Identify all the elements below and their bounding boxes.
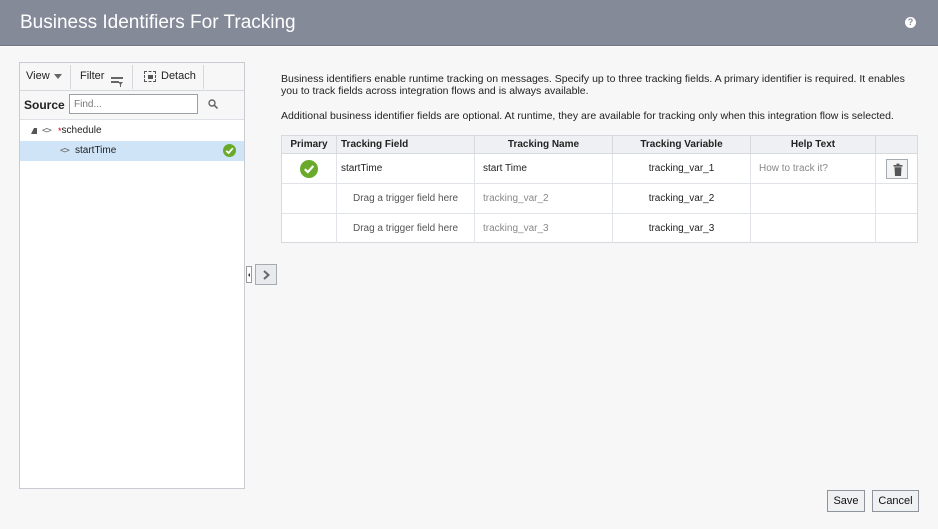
view-menu-button[interactable]: View bbox=[26, 63, 62, 90]
table-row: startTime start Time tracking_var_1 How … bbox=[282, 154, 917, 184]
help-text-cell[interactable] bbox=[751, 184, 876, 213]
toolbar-divider bbox=[203, 65, 204, 89]
table-header: Primary Tracking Field Tracking Name Tra… bbox=[282, 136, 917, 154]
source-toolbar: View Filter Detach bbox=[20, 63, 244, 91]
cancel-button[interactable]: Cancel bbox=[872, 490, 919, 512]
source-tree: <> *schedule <> startTime bbox=[20, 119, 244, 488]
filter-button[interactable]: Filter bbox=[80, 63, 123, 90]
collapse-panel-handle[interactable] bbox=[246, 266, 252, 283]
delete-button[interactable] bbox=[885, 158, 908, 179]
primary-cell[interactable] bbox=[282, 154, 337, 183]
toolbar-divider bbox=[132, 65, 133, 89]
check-circle-icon bbox=[300, 159, 318, 178]
column-header-primary: Primary bbox=[282, 136, 337, 153]
tracking-variable-cell: tracking_var_1 bbox=[613, 154, 751, 183]
tree-node-starttime[interactable]: <> startTime bbox=[20, 141, 244, 161]
check-circle-icon bbox=[223, 144, 236, 157]
detach-button[interactable]: Detach bbox=[144, 63, 196, 90]
tracking-variable-cell: tracking_var_3 bbox=[613, 214, 751, 243]
view-label: View bbox=[26, 70, 50, 82]
tree-node-label: startTime bbox=[75, 145, 117, 156]
tracking-name-cell[interactable]: tracking_var_3 bbox=[475, 214, 613, 243]
source-panel: View Filter Detach Source <> bbox=[19, 62, 245, 489]
description-optional: Additional business identifier fields ar… bbox=[281, 110, 894, 122]
column-header-actions bbox=[876, 136, 917, 153]
table-row: Drag a trigger field here tracking_var_2… bbox=[282, 184, 917, 214]
primary-cell[interactable] bbox=[282, 214, 337, 243]
chevron-right-icon bbox=[263, 270, 271, 280]
description-primary: Business identifiers enable runtime trac… bbox=[281, 73, 905, 97]
column-header-help-text: Help Text bbox=[751, 136, 876, 153]
tracking-field-drop-target[interactable]: Drag a trigger field here bbox=[337, 214, 475, 243]
help-text-cell[interactable]: How to track it? bbox=[751, 154, 876, 183]
detach-label: Detach bbox=[161, 70, 196, 82]
dialog-body: View Filter Detach Source <> bbox=[0, 47, 938, 529]
actions-cell bbox=[876, 154, 917, 183]
column-header-tracking-name: Tracking Name bbox=[475, 136, 613, 153]
source-search-row: Source bbox=[20, 92, 244, 118]
tracking-field-cell[interactable]: startTime bbox=[337, 154, 475, 183]
search-icon[interactable] bbox=[208, 99, 218, 109]
tree-node-label: schedule bbox=[61, 125, 102, 136]
trash-icon bbox=[893, 163, 902, 176]
source-label: Source bbox=[24, 98, 65, 112]
filter-icon bbox=[110, 71, 123, 88]
tree-expand-icon[interactable] bbox=[31, 128, 37, 134]
save-button[interactable]: Save bbox=[827, 490, 865, 512]
tracking-variable-cell: tracking_var_2 bbox=[613, 184, 751, 213]
element-icon: <> bbox=[60, 146, 70, 156]
question-circle-icon[interactable]: ? bbox=[905, 17, 916, 28]
chevron-down-icon bbox=[53, 73, 62, 79]
element-icon: <> bbox=[42, 126, 52, 136]
toolbar-divider bbox=[70, 65, 71, 89]
table-row: Drag a trigger field here tracking_var_3… bbox=[282, 214, 917, 243]
actions-cell bbox=[876, 184, 917, 213]
actions-cell bbox=[876, 214, 917, 243]
detach-icon bbox=[144, 70, 156, 82]
help-text-cell[interactable] bbox=[751, 214, 876, 243]
column-header-tracking-field: Tracking Field bbox=[337, 136, 475, 153]
tracking-fields-table: Primary Tracking Field Tracking Name Tra… bbox=[281, 135, 918, 243]
search-input[interactable] bbox=[69, 94, 198, 114]
dialog-titlebar: Business Identifiers For Tracking ? bbox=[0, 0, 938, 46]
tracking-name-cell[interactable]: tracking_var_2 bbox=[475, 184, 613, 213]
filter-label: Filter bbox=[80, 70, 105, 82]
tracking-name-cell[interactable]: start Time bbox=[475, 154, 613, 183]
dialog-title: Business Identifiers For Tracking bbox=[20, 12, 296, 33]
move-right-button[interactable] bbox=[255, 264, 277, 285]
column-header-tracking-variable: Tracking Variable bbox=[613, 136, 751, 153]
tree-node-schedule[interactable]: <> *schedule bbox=[20, 121, 244, 141]
primary-cell[interactable] bbox=[282, 184, 337, 213]
tracking-field-drop-target[interactable]: Drag a trigger field here bbox=[337, 184, 475, 213]
